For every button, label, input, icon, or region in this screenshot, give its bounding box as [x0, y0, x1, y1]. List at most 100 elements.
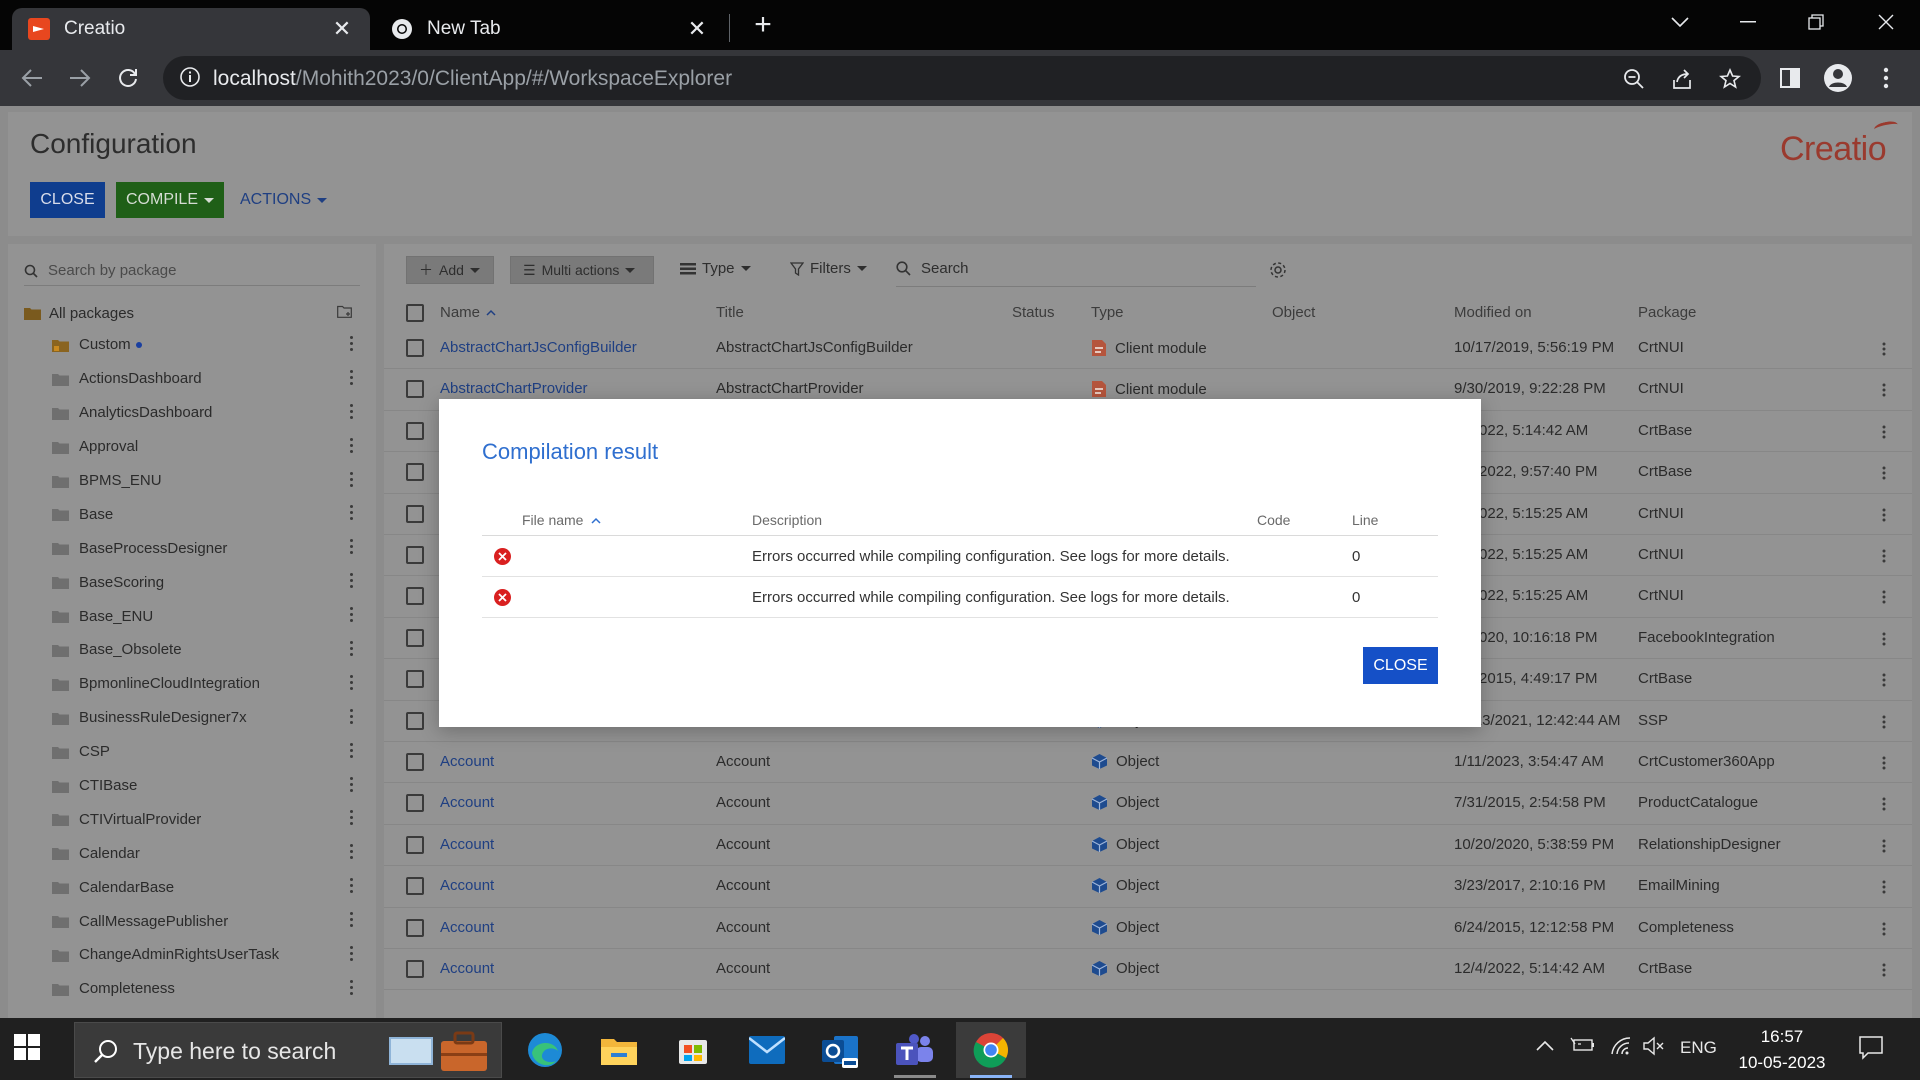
row-menu-kebab-icon[interactable] [1882, 963, 1886, 982]
table-row[interactable]: Account Account Object 12/4/2022, 5:14:42 A… [384, 949, 1912, 991]
row-menu-kebab-icon[interactable] [1882, 590, 1886, 609]
package-menu-kebab-icon[interactable] [350, 369, 354, 385]
close-tab-icon[interactable]: ✕ [330, 16, 354, 41]
row-menu-kebab-icon[interactable] [1882, 839, 1886, 858]
taskbar-search-box[interactable]: Type here to search [74, 1022, 502, 1078]
package-menu-kebab-icon[interactable] [350, 979, 354, 995]
tab-search-chevron-icon[interactable] [1656, 0, 1704, 44]
column-header-status[interactable]: Status [1012, 304, 1055, 321]
row-checkbox[interactable] [406, 670, 424, 689]
row-menu-kebab-icon[interactable] [1882, 880, 1886, 899]
package-item[interactable]: BpmonlineCloudIntegration [52, 667, 364, 701]
package-menu-kebab-icon[interactable] [350, 505, 354, 521]
row-menu-kebab-icon[interactable] [1882, 673, 1886, 692]
row-checkbox[interactable] [406, 546, 424, 564]
row-checkbox[interactable] [406, 339, 424, 357]
row-checkbox[interactable] [406, 960, 424, 978]
row-menu-kebab-icon[interactable] [1882, 549, 1886, 568]
package-menu-kebab-icon[interactable] [350, 437, 354, 453]
back-arrow-icon[interactable] [16, 62, 48, 94]
row-menu-kebab-icon[interactable] [1882, 756, 1886, 775]
package-item[interactable]: Custom [52, 328, 364, 362]
row-checkbox[interactable] [406, 918, 424, 937]
outlook-icon[interactable] [806, 1022, 876, 1078]
new-tab-plus-icon[interactable]: + [748, 10, 778, 40]
package-item[interactable]: CalendarBase [52, 870, 364, 904]
table-row[interactable]: AbstractChartJsConfigBuilder AbstractChar… [384, 328, 1912, 370]
row-checkbox[interactable] [406, 835, 424, 854]
column-header-package[interactable]: Package [1638, 304, 1696, 321]
package-item[interactable]: CSP [52, 735, 364, 769]
column-header-title[interactable]: Title [716, 304, 744, 321]
zoom-icon[interactable] [1621, 66, 1647, 92]
row-checkbox[interactable] [406, 587, 424, 606]
package-item[interactable]: Completeness [52, 972, 364, 1006]
close-window-icon[interactable] [1862, 0, 1910, 44]
row-checkbox[interactable] [406, 628, 424, 647]
row-menu-kebab-icon[interactable] [1882, 466, 1886, 485]
package-menu-kebab-icon[interactable] [350, 878, 354, 894]
tab-creatio[interactable]: Creatio ✕ [12, 8, 370, 50]
row-checkbox[interactable] [406, 380, 424, 399]
row-menu-kebab-icon[interactable] [1882, 797, 1886, 816]
package-menu-kebab-icon[interactable] [350, 674, 354, 690]
schema-name-link[interactable]: Account [440, 877, 494, 894]
forward-arrow-icon[interactable] [64, 62, 96, 94]
chrome-icon[interactable] [956, 1022, 1026, 1078]
schema-name-link[interactable]: AbstractChartJsConfigBuilder [440, 339, 637, 356]
row-menu-kebab-icon[interactable] [1882, 425, 1886, 444]
schema-name-link[interactable]: Account [440, 836, 494, 853]
restore-icon[interactable] [1792, 0, 1840, 44]
package-item[interactable]: BusinessRuleDesigner7x [52, 701, 364, 735]
package-search-input[interactable]: Search by package [24, 256, 360, 286]
row-checkbox[interactable] [406, 877, 424, 896]
row-menu-kebab-icon[interactable] [1882, 922, 1886, 941]
reload-icon[interactable] [112, 62, 144, 94]
microsoft-store-icon[interactable] [658, 1022, 728, 1078]
package-item[interactable]: AnalyticsDashboard [52, 396, 364, 430]
mail-icon[interactable] [732, 1022, 802, 1078]
column-header-type[interactable]: Type [1091, 304, 1124, 321]
table-row[interactable]: Account Account Object 6/24/2015, 12:12:58 … [384, 908, 1912, 949]
package-menu-kebab-icon[interactable] [350, 471, 354, 487]
column-header-name[interactable]: Name [440, 304, 496, 321]
column-header-modified[interactable]: Modified on [1454, 304, 1532, 321]
schema-name-link[interactable]: Account [440, 960, 494, 977]
windows-start-icon[interactable] [14, 1034, 46, 1066]
multi-actions-button[interactable]: ☰ Multi actions [510, 256, 654, 284]
schema-name-link[interactable]: AbstractChartProvider [440, 380, 588, 397]
table-row[interactable]: Account Account Object 1/11/2023, 3:54:47 A… [384, 742, 1912, 784]
row-menu-kebab-icon[interactable] [1882, 632, 1886, 651]
minimize-icon[interactable] [1724, 0, 1772, 44]
row-checkbox[interactable] [406, 711, 424, 730]
select-all-checkbox[interactable] [406, 304, 424, 322]
all-packages-item[interactable]: All packages [24, 300, 364, 326]
row-checkbox[interactable] [406, 794, 424, 813]
package-menu-kebab-icon[interactable] [350, 946, 354, 962]
package-menu-kebab-icon[interactable] [350, 776, 354, 792]
package-menu-kebab-icon[interactable] [350, 573, 354, 589]
row-menu-kebab-icon[interactable] [1882, 383, 1886, 402]
column-header-file-name[interactable]: File name [522, 512, 601, 528]
address-bar[interactable]: localhost/Mohith2023/0/ClientApp/#/Works… [163, 56, 1761, 100]
grid-settings-gear-icon[interactable] [1268, 260, 1288, 285]
close-button[interactable]: CLOSE [30, 182, 105, 218]
site-info-icon[interactable] [179, 66, 203, 90]
package-item[interactable]: BaseProcessDesigner [52, 531, 364, 565]
row-checkbox[interactable] [406, 463, 424, 482]
package-menu-kebab-icon[interactable] [350, 708, 354, 724]
side-panel-icon[interactable] [1774, 62, 1806, 94]
schema-name-link[interactable]: Account [440, 919, 494, 936]
row-menu-kebab-icon[interactable] [1882, 342, 1886, 361]
wifi-icon[interactable] [1610, 1036, 1632, 1061]
row-checkbox[interactable] [406, 504, 424, 523]
close-tab-icon[interactable]: ✕ [685, 16, 709, 41]
volume-muted-icon[interactable] [1642, 1036, 1666, 1061]
package-menu-kebab-icon[interactable] [350, 641, 354, 657]
system-clock[interactable]: 16:57 10-05-2023 [1732, 1024, 1832, 1076]
filters-button[interactable]: Filters [790, 260, 867, 277]
table-row[interactable]: Account Account Object 7/31/2015, 2:54:58 P… [384, 783, 1912, 825]
profile-avatar-icon[interactable] [1822, 62, 1854, 94]
package-item[interactable]: Approval [52, 430, 364, 464]
package-menu-kebab-icon[interactable] [350, 607, 354, 623]
